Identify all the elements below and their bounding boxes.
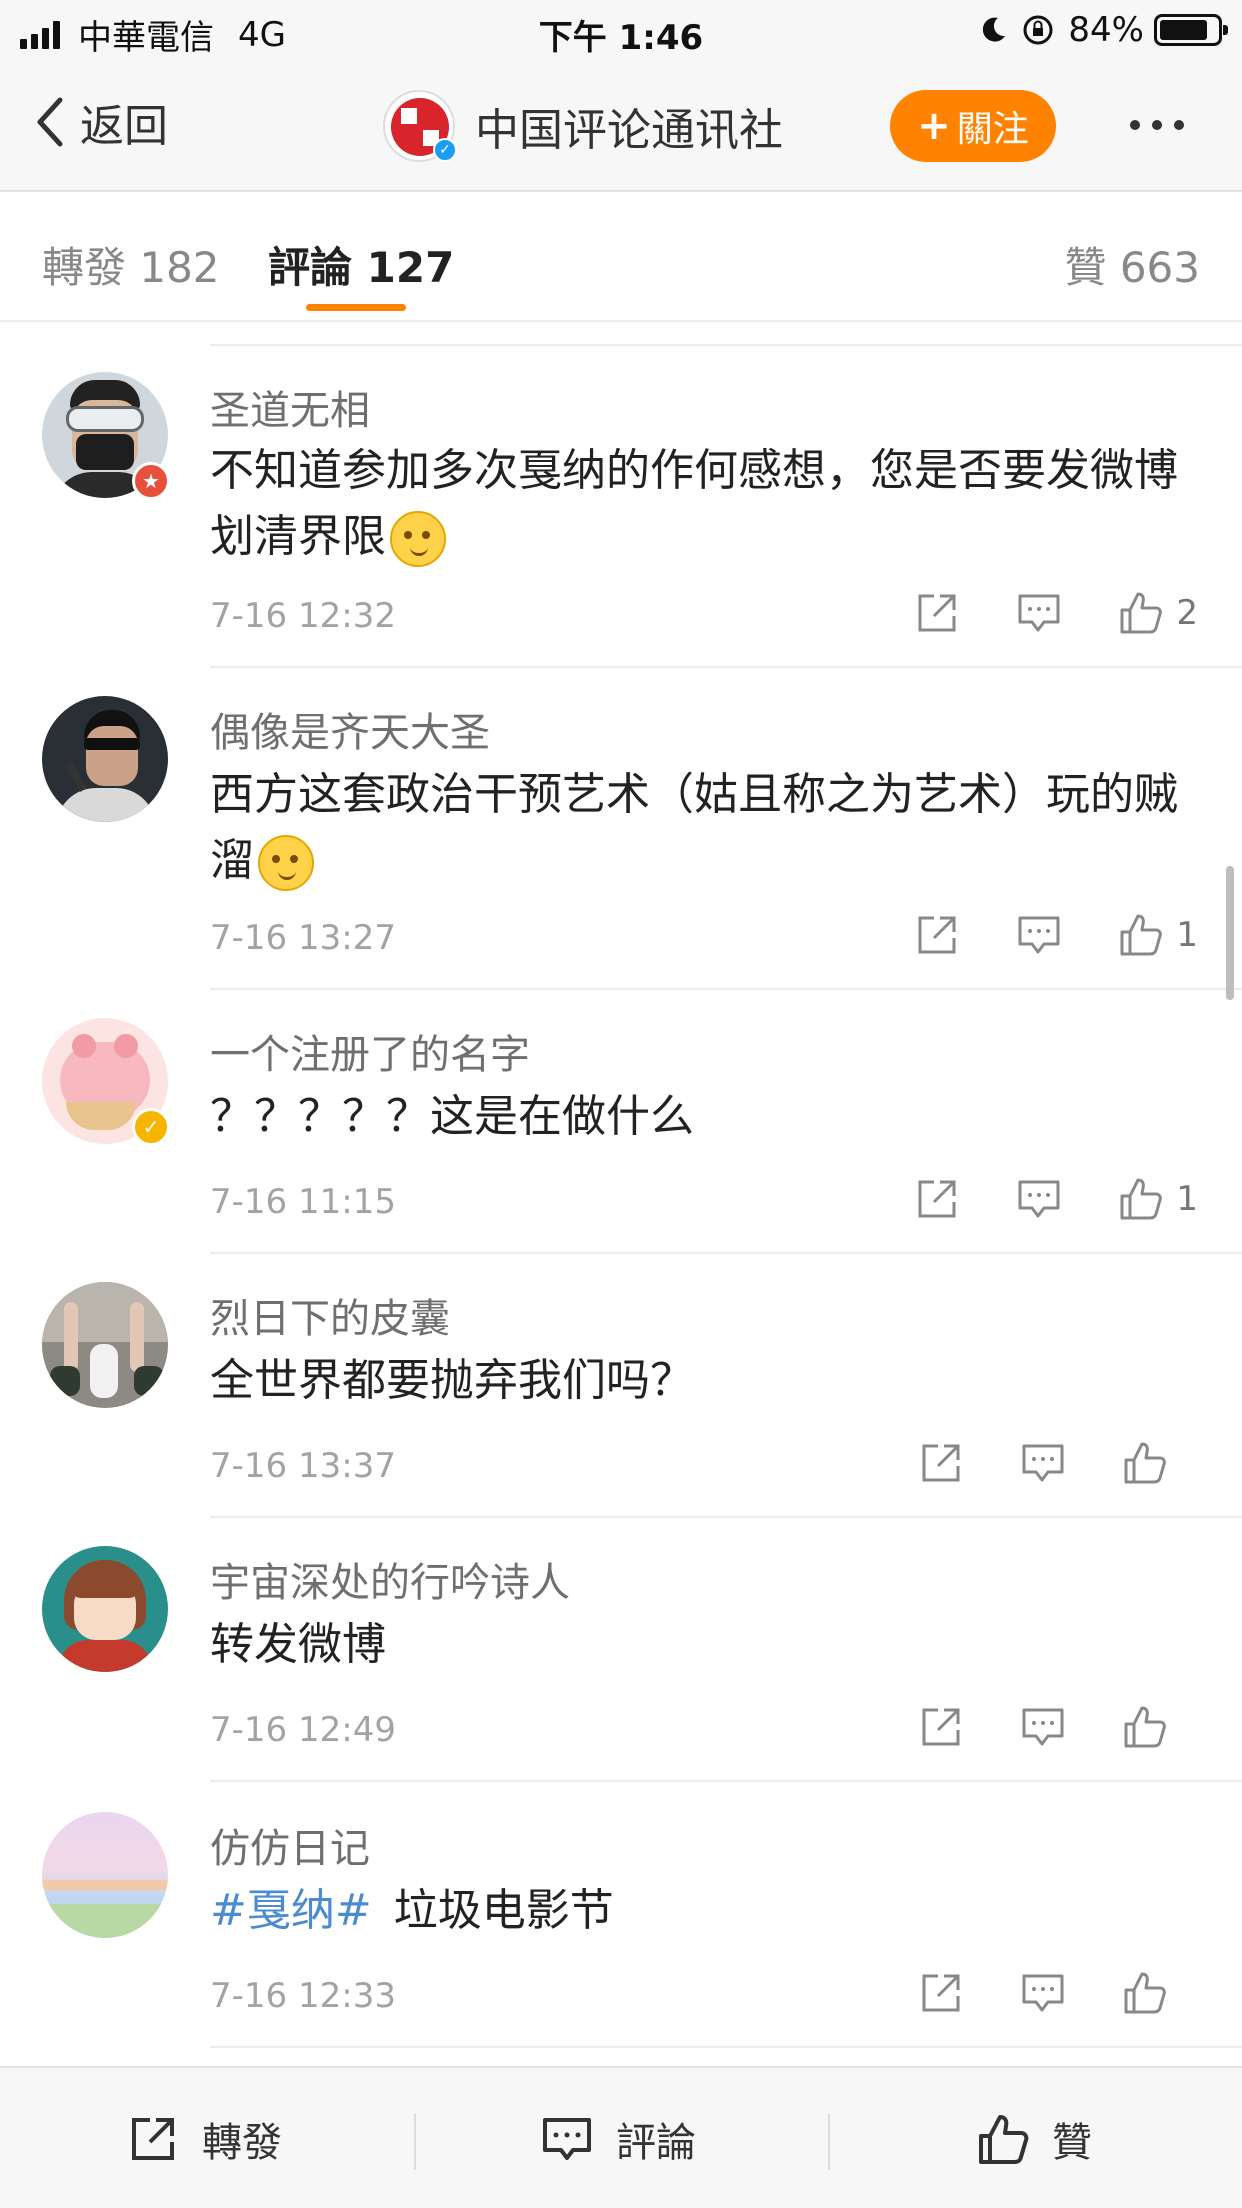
divider — [210, 344, 1242, 346]
comment-label: 評論 — [616, 2120, 696, 2166]
share-icon[interactable] — [918, 1704, 964, 1750]
divider — [210, 1516, 1242, 1518]
comment-body: 西方这套政治干预艺术（姑且称之为艺术）玩的贼溜 — [210, 762, 1200, 894]
comment-username[interactable]: 宇宙深处的行吟诗人 — [210, 1550, 570, 1608]
comment-username[interactable]: 仿仿日记 — [210, 1816, 370, 1874]
divider — [210, 1252, 1242, 1254]
share-icon — [132, 2118, 174, 2160]
more-options-icon[interactable] — [1130, 120, 1196, 130]
repost-label: 轉發 — [202, 2120, 282, 2166]
share-icon[interactable] — [914, 590, 960, 636]
comment-time: 7-16 12:32 — [210, 596, 396, 636]
comment-time: 7-16 11:15 — [210, 1182, 396, 1222]
separator — [414, 2114, 416, 2170]
comment-time: 7-16 13:37 — [210, 1446, 396, 1486]
active-tab-indicator — [306, 304, 406, 311]
comment-time: 7-16 13:27 — [210, 918, 396, 958]
follow-button[interactable]: + 關注 — [890, 90, 1056, 162]
avatar[interactable]: ★ — [42, 372, 170, 500]
plus-icon: + — [917, 103, 951, 149]
separator — [828, 2114, 830, 2170]
like-icon[interactable] — [1118, 1176, 1164, 1222]
tab-like[interactable]: 贊 663 — [1064, 234, 1200, 295]
like-icon[interactable] — [1122, 1704, 1168, 1750]
account-avatar[interactable]: ✓ — [383, 90, 457, 162]
smile-emoji-icon — [390, 511, 446, 567]
divider — [210, 988, 1242, 990]
comment-text: 西方这套政治干预艺术（姑且称之为艺术）玩的贼溜 — [210, 769, 1178, 886]
comment-username[interactable]: 圣道无相 — [210, 378, 370, 436]
rotation-lock-icon — [1023, 15, 1053, 45]
avatar[interactable] — [42, 696, 168, 822]
hashtag-link[interactable]: #戛纳# — [210, 1885, 372, 1936]
comment-body: 不知道参加多次戛纳的作何感想，您是否要发微博划清界限 — [210, 438, 1200, 570]
tab-bar: 轉發 182 評論 127 贊 663 — [0, 192, 1242, 322]
comment-username[interactable]: 偶像是齐天大圣 — [210, 700, 490, 758]
thinking-emoji-icon — [258, 835, 314, 891]
comment-text: 垃圾电影节 — [393, 1885, 614, 1936]
comment-body: #戛纳# 垃圾电影节 — [210, 1878, 1200, 1944]
comment-icon[interactable] — [1016, 590, 1062, 636]
like-count: 1 — [1176, 915, 1198, 955]
comment-text: 不知道参加多次戛纳的作何感想，您是否要发微博划清界限 — [210, 445, 1178, 562]
verified-icon: ✓ — [433, 138, 457, 162]
comment-time: 7-16 12:33 — [210, 1976, 396, 2016]
comment-username[interactable]: 一个注册了的名字 — [210, 1022, 530, 1080]
like-icon[interactable] — [1118, 912, 1164, 958]
like-icon[interactable] — [1122, 1970, 1168, 2016]
battery-icon — [1154, 14, 1228, 46]
repost-button[interactable]: 轉發 — [126, 2068, 282, 2208]
moon-icon — [983, 17, 1006, 42]
comment-icon[interactable] — [1016, 1176, 1062, 1222]
comment-text: 全世界都要抛弃我们吗？ — [210, 1355, 694, 1406]
tab-repost[interactable]: 轉發 182 — [42, 234, 220, 295]
like-count: 2 — [1176, 593, 1198, 633]
scrollbar[interactable] — [1226, 866, 1234, 1000]
like-icon — [979, 2115, 1029, 2164]
avatar[interactable] — [42, 1282, 168, 1408]
battery-fill — [1160, 20, 1208, 40]
comment-button[interactable]: 評論 — [540, 2068, 696, 2208]
bottom-toolbar: 轉發 評論 贊 — [0, 2066, 1242, 2208]
nav-bar: 返回 ✓ 中国评论通讯社 + 關注 — [0, 62, 1242, 192]
member-badge-icon: ★ — [132, 462, 170, 500]
share-icon[interactable] — [914, 912, 960, 958]
like-count: 1 — [1176, 1179, 1198, 1219]
comment-icon[interactable] — [1016, 912, 1062, 958]
avatar[interactable] — [42, 1546, 168, 1672]
page-title: 中国评论通讯社 — [475, 105, 783, 156]
account-header[interactable]: ✓ 中国评论通讯社 — [383, 90, 783, 162]
like-label: 贊 — [1052, 2120, 1092, 2166]
comment-username[interactable]: 烈日下的皮囊 — [210, 1286, 450, 1344]
comment-icon[interactable] — [1020, 1440, 1066, 1486]
comment-icon — [543, 2118, 591, 2160]
avatar[interactable]: ✓ — [42, 1018, 170, 1146]
back-button[interactable]: 返回 — [30, 90, 168, 154]
share-icon[interactable] — [918, 1440, 964, 1486]
back-label: 返回 — [80, 101, 168, 152]
divider — [210, 1780, 1242, 1782]
tab-comment[interactable]: 評論 127 — [268, 234, 454, 295]
verified-icon: ✓ — [132, 1108, 170, 1146]
divider — [210, 2046, 1242, 2048]
comment-time: 7-16 12:49 — [210, 1710, 396, 1750]
like-button[interactable]: 贊 — [976, 2068, 1092, 2208]
like-icon[interactable] — [1122, 1440, 1168, 1486]
chevron-left-icon — [37, 97, 63, 147]
like-icon[interactable] — [1118, 590, 1164, 636]
share-icon[interactable] — [918, 1970, 964, 2016]
status-bar: 中華電信 4G 下午 1:46 84% — [0, 0, 1242, 62]
comment-icon[interactable] — [1020, 1704, 1066, 1750]
comment-text: 转发微博 — [210, 1619, 386, 1670]
comment-text: ？？？？？这是在做什么 — [210, 1091, 694, 1142]
follow-label: 關注 — [956, 109, 1029, 150]
avatar[interactable] — [42, 1812, 168, 1938]
battery-percent: 84% — [1068, 10, 1144, 50]
divider — [210, 666, 1242, 668]
share-icon[interactable] — [914, 1176, 960, 1222]
comment-icon[interactable] — [1020, 1970, 1066, 2016]
